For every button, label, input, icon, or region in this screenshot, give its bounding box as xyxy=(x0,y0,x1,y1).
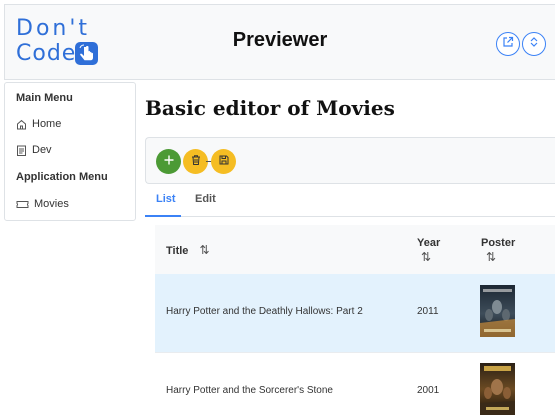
sort-arrows-icon xyxy=(528,35,540,53)
cell-year: 2001 xyxy=(417,385,440,396)
sidebar: Main Menu Home Dev Application Menu Movi… xyxy=(4,82,136,221)
cell-title: Harry Potter and the Deathly Hallows: Pa… xyxy=(166,306,363,317)
column-label: Title xyxy=(166,245,189,257)
page-title: Basic editor of Movies xyxy=(145,96,395,120)
sidebar-item-label: Dev xyxy=(32,144,52,156)
sort-icon[interactable]: ⇅ xyxy=(486,250,515,264)
application-menu-heading: Application Menu xyxy=(16,171,108,183)
cell-title: Harry Potter and the Sorcerer's Stone xyxy=(166,385,333,396)
app-title: Previewer xyxy=(232,29,328,51)
sidebar-item-home[interactable]: Home xyxy=(16,118,61,130)
sidebar-item-label: Movies xyxy=(34,198,69,210)
column-label: Poster xyxy=(481,237,516,249)
external-link-icon xyxy=(502,35,514,53)
sidebar-item-dev[interactable]: Dev xyxy=(16,144,52,156)
sidebar-item-label: Home xyxy=(32,118,62,130)
movie-poster-image xyxy=(480,363,515,415)
column-label: Year xyxy=(417,237,441,249)
app-header: Don't Code Previewer xyxy=(4,4,555,80)
column-header-title[interactable]: Title ⇅ xyxy=(166,243,210,257)
movie-poster-image xyxy=(480,285,515,337)
add-button[interactable] xyxy=(156,149,181,174)
view-tabs: List Edit xyxy=(145,190,555,217)
toolbar xyxy=(145,137,555,184)
ticket-icon xyxy=(16,199,29,210)
column-header-year[interactable]: Year ⇅ xyxy=(417,237,440,264)
save-icon xyxy=(218,153,230,171)
sort-icon[interactable]: ⇅ xyxy=(199,243,209,257)
tab-list[interactable]: List xyxy=(156,193,176,205)
tab-edit[interactable]: Edit xyxy=(195,193,216,205)
table-row[interactable]: Harry Potter and the Sorcerer's Stone 20… xyxy=(155,353,555,420)
toggle-sort-button[interactable] xyxy=(522,32,546,56)
movies-table: Title ⇅ Year ⇅ Poster ⇅ Harry Potter and… xyxy=(155,225,555,420)
sidebar-item-movies[interactable]: Movies xyxy=(16,198,69,210)
cell-year: 2011 xyxy=(417,306,439,317)
open-external-button[interactable] xyxy=(496,32,520,56)
trash-icon xyxy=(190,153,202,171)
table-header: Title ⇅ Year ⇅ Poster ⇅ xyxy=(155,225,555,274)
document-icon xyxy=(16,145,27,156)
plus-icon xyxy=(163,153,175,171)
save-button[interactable] xyxy=(211,149,236,174)
home-icon xyxy=(16,119,27,130)
sort-icon[interactable]: ⇅ xyxy=(421,250,440,264)
delete-button[interactable] xyxy=(183,149,208,174)
table-row[interactable]: Harry Potter and the Deathly Hallows: Pa… xyxy=(155,274,555,352)
column-header-poster[interactable]: Poster ⇅ xyxy=(481,237,515,264)
main-menu-heading: Main Menu xyxy=(16,92,73,104)
active-tab-indicator xyxy=(145,215,181,217)
